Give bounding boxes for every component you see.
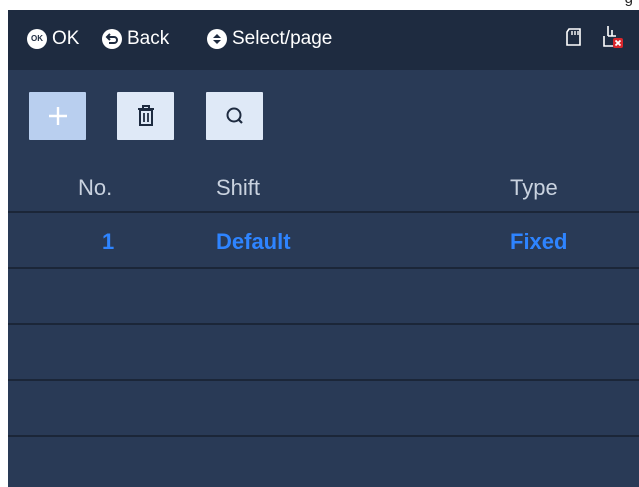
back-label: Back bbox=[127, 28, 170, 49]
table-row[interactable]: 1 Default Fixed bbox=[8, 211, 639, 269]
header-shift: Shift bbox=[216, 175, 261, 200]
trash-icon bbox=[137, 105, 154, 126]
status-bar: OK OK Back Select/page bbox=[8, 10, 639, 70]
ok-icon: OK bbox=[27, 29, 47, 49]
top-margin-strip: g bbox=[0, 0, 639, 10]
add-button[interactable] bbox=[29, 92, 86, 140]
toolbar bbox=[8, 82, 639, 140]
search-button[interactable] bbox=[206, 92, 263, 140]
select-hint: Select/page bbox=[207, 28, 332, 50]
search-icon bbox=[226, 107, 243, 124]
select-label: Select/page bbox=[232, 28, 333, 49]
ok-hint: OK OK bbox=[27, 28, 79, 50]
cropped-text-fragment: g bbox=[625, 0, 633, 7]
plus-icon bbox=[48, 107, 67, 125]
status-icons bbox=[563, 24, 625, 50]
table-header: No. Shift Type bbox=[8, 168, 639, 212]
back-hint: Back bbox=[102, 28, 169, 50]
ok-label: OK bbox=[52, 28, 80, 49]
delete-button[interactable] bbox=[117, 92, 174, 140]
row-no: 1 bbox=[102, 229, 115, 254]
device-screen: OK OK Back Select/page No. Shift Type 1 … bbox=[8, 10, 639, 487]
network-disconnected-icon bbox=[601, 24, 625, 50]
table-row-empty[interactable] bbox=[8, 435, 639, 487]
header-type: Type bbox=[510, 175, 558, 200]
table-row-empty[interactable] bbox=[8, 267, 639, 325]
header-no: No. bbox=[78, 175, 113, 200]
back-icon bbox=[102, 29, 122, 49]
row-type: Fixed bbox=[510, 229, 568, 254]
sd-card-icon bbox=[563, 26, 585, 48]
row-shift: Default bbox=[216, 229, 291, 254]
select-icon bbox=[207, 29, 227, 49]
table-row-empty[interactable] bbox=[8, 379, 639, 437]
table-row-empty[interactable] bbox=[8, 323, 639, 381]
